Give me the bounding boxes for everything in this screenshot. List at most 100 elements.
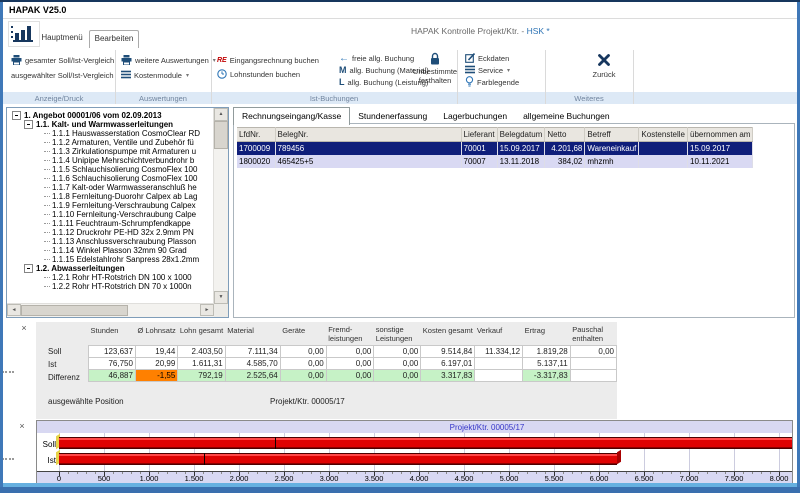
tab-allgemeine-buchungen[interactable]: allgemeine Buchungen [515,108,617,124]
scroll-right-button[interactable]: ► [200,304,214,316]
x-tick-label: 4.500 [444,474,484,483]
summary-splitter-handle[interactable] [2,371,14,373]
scroll-thumb[interactable] [21,305,128,316]
collapse-icon[interactable] [24,120,33,129]
close-x-icon [581,53,627,69]
tree-item[interactable]: 1.1.13 Anschlussverschraubung Plasson [10,237,212,246]
service-button[interactable]: Service ▾ [465,65,510,76]
tree-item[interactable]: 1.1.2 Armaturen, Ventile und Zubehör fü [10,138,212,147]
tree-item[interactable]: 1.1.8 Fernleitung-Duorohr Calpex ab Lag [10,192,212,201]
x-tick-label: 1.500 [174,474,214,483]
col-lfdnr[interactable]: LfdNr. [237,128,275,142]
gesamter-soll-ist-vergleich-button[interactable]: gesamter Soll/Ist-Vergleich [11,55,114,66]
kostenmodule-button[interactable]: Kostenmodule ▾ [121,70,189,81]
scroll-thumb[interactable] [214,121,228,149]
tree-item[interactable]: 1.2.2 Rohr HT-Rotstrich DN 70 x 1000n [10,282,212,291]
dropdown-icon: ▾ [507,67,510,74]
col-lieferant[interactable]: Lieferant [461,128,497,142]
x-tick-label: 5.000 [489,474,529,483]
leistung-l-icon: L [339,78,345,87]
col-fremdleistungen: Fremd- leistungen [326,324,374,346]
collapse-icon[interactable] [12,111,21,120]
tree-item[interactable]: 1.1.12 Druckrohr PE-HD 32x 2.9mm PN [10,228,212,237]
tree-item[interactable]: 1.1.9 Fernleitung-Verschraubung Calpex [10,201,212,210]
tree-item[interactable]: 1.1.3 Zirkulationspumpe mit Armaturen u [10,147,212,156]
tree-item[interactable]: 1.1.1 Hauswasserstation CosmoClear RD [10,129,212,138]
eingangsrechnung-buchen-button[interactable]: RE Eingangsrechnung buchen [217,55,319,66]
weitere-auswertungen-button[interactable]: weitere Auswertungen ▾ [121,55,216,66]
chart-splitter-handle[interactable] [2,458,14,460]
selected-position-label: ausgewählte Position [48,397,124,406]
col-kostenstelle[interactable]: Kostenstelle [639,128,688,142]
tree-item[interactable]: 1.1.7 Kalt-oder Warmwasseranschluß he [10,183,212,192]
menu-lines-icon [465,65,475,76]
freie-allg-buchung-button[interactable]: ← freie allg. Buchung [339,53,414,64]
tree-item[interactable]: 1.2.1 Rohr HT-Rotstrich DN 100 x 1000 [10,273,212,282]
tab-lagerbuchungen[interactable]: Lagerbuchungen [435,108,515,124]
x-tick-label: 7.000 [669,474,709,483]
x-tick-label: 1.000 [129,474,169,483]
farblegende-button[interactable]: Farblegende [465,77,519,88]
bookings-page: LfdNr. BelegNr. Lieferant Belegdatum Net… [233,123,795,318]
scroll-up-button[interactable]: ▲ [214,108,228,121]
col-netto[interactable]: Netto [545,128,585,142]
x-tick-label: 2.000 [219,474,259,483]
tree-item[interactable]: 1.2. Abwasserleitungen [10,264,212,273]
x-tick-label: 8.000 [759,474,799,483]
col-ertrag: Ertrag [523,324,571,346]
zurueck-button[interactable]: Zurück [581,53,627,80]
tree-item[interactable]: 1.1. Kalt- und Warmwasserleitungen [10,120,212,129]
ist-bar [59,453,617,465]
col-belegnr[interactable]: BelegNr. [275,128,461,142]
col-belegdatum[interactable]: Belegdatum [497,128,545,142]
col-pauschal-enthalten: Pauschal enthalten [570,324,616,346]
tab-stundenerfassung[interactable]: Stundenerfassung [350,108,435,124]
tab-rechnungseingang-kasse[interactable]: Rechnungseingang/Kasse [233,107,350,125]
ribbon: gesamter Soll/Ist-Vergleich ausgewählter… [3,47,797,104]
col-material: Material [225,324,280,346]
scroll-left-button[interactable]: ◄ [7,304,21,316]
table-row[interactable]: 1700009 789456 70001 15.09.2017 4.201,68… [237,142,753,156]
close-summary-panel-button[interactable]: × [19,324,29,334]
ist-segment-divider [204,453,205,465]
material-m-icon: M [339,66,347,75]
col-verkauf: Verkauf [475,324,523,346]
chart-plot-area: Soll Ist [37,433,792,471]
col-uebernommen-am[interactable]: übernommen am [688,128,753,142]
tree-vertical-scrollbar[interactable]: ▲ ▼ [213,108,228,304]
eckdaten-button[interactable]: Eckdaten [465,53,509,64]
ribbon-tab-hauptmenu[interactable]: Hauptmenü [37,30,87,46]
table-row[interactable]: 1800020 465425+5 70007 13.11.2018 384,02… [237,155,753,168]
dropdown-icon: ▾ [186,72,189,79]
re-icon: RE [217,57,227,64]
tree-item[interactable]: 1.1.14 Winkel Plasson 32mm 90 Grad [10,246,212,255]
soll-ist-summary-panel: Soll Ist Differenz Stunden Ø Lohnsatz Lo… [36,322,617,419]
unbestimmte-festhalten-button[interactable]: Unbestimmte festhalten [407,52,463,85]
collapse-icon[interactable] [24,264,33,273]
tree-item[interactable]: 1.1.15 Edelstahlrohr Sanpress 28x1.2mm [10,255,212,264]
col-lohn-gesamt: Lohn gesamt [178,324,225,346]
ausgewaehlter-soll-ist-vergleich-button[interactable]: ausgewählter Soll/Ist-Vergleich [11,70,114,81]
close-chart-panel-button[interactable]: × [17,422,27,432]
tree-item[interactable]: 1.1.5 Schlauchisolierung CosmoFlex 100 [10,165,212,174]
group-label-anzeige-druck: Anzeige/Druck [3,93,115,104]
app-menu-button[interactable] [8,21,40,47]
ribbon-tab-bearbeiten[interactable]: Bearbeiten [89,30,139,48]
tree-horizontal-scrollbar[interactable]: ◄ ► [7,303,214,317]
col-betreff[interactable]: Betreff [585,128,639,142]
window-border-left [0,2,3,493]
scroll-down-button[interactable]: ▼ [214,291,228,304]
tree-item[interactable]: 1.1.4 Unipipe Mehrschichtverbundrohr b [10,156,212,165]
tree-item[interactable]: 1.1.6 Schlauchisolierung CosmoFlex 100 [10,174,212,183]
tree-item[interactable]: 1. Angebot 00001/06 vom 02.09.2013 [10,111,212,120]
chart-category-soll: Soll [37,440,56,449]
soll-ist-chart-panel: Projekt/Ktr. 00005/17 Soll Ist 0 500 1.0… [36,420,793,484]
scrollbar-corner [214,304,228,317]
col-geraete: Geräte [280,324,326,346]
tree-item[interactable]: 1.1.11 Feuchtraum-Schrumpfendkappe [10,219,212,228]
clock-icon [217,69,227,81]
table-header-row: LfdNr. BelegNr. Lieferant Belegdatum Net… [237,128,753,142]
tree-item[interactable]: 1.1.10 Fernleitung-Verschraubung Calpe [10,210,212,219]
x-tick-label: 4.000 [399,474,439,483]
lohnstunden-buchen-button[interactable]: Lohnstunden buchen [217,69,300,80]
